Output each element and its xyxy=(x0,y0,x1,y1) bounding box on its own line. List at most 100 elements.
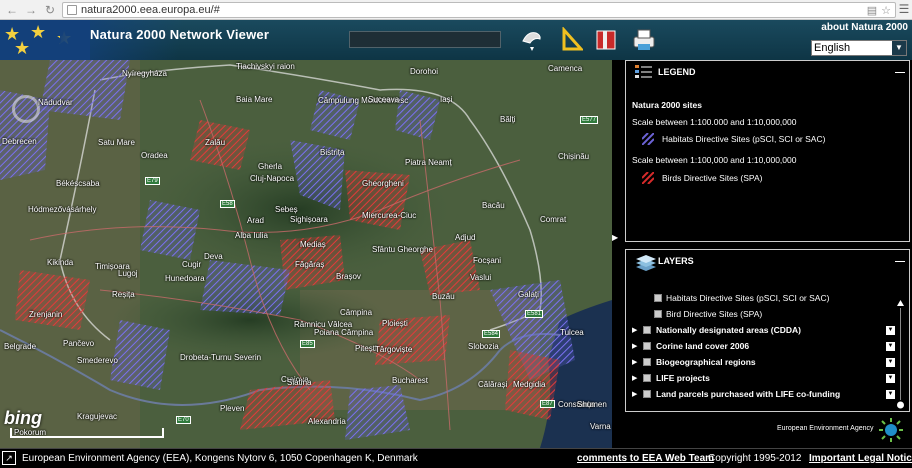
comments-link[interactable]: comments to EEA Web Team xyxy=(577,453,714,464)
legend-scale-2: Scale between 1:100,000 and 1:10,000,000 xyxy=(632,155,797,165)
expand-icon[interactable]: ▶ xyxy=(632,390,637,398)
city-label: Baia Mare xyxy=(236,95,273,104)
legend-section: Natura 2000 sites xyxy=(632,100,702,110)
bookmark-icon[interactable] xyxy=(594,27,620,53)
biogeo-checkbox[interactable] xyxy=(643,358,651,366)
print-icon[interactable] xyxy=(630,27,658,53)
city-label: Deva xyxy=(204,252,223,261)
road-label: E79 xyxy=(145,177,160,185)
browser-toolbar: ← → ↻ natura2000.eea.europa.eu/# ▤ ☆ ☰ xyxy=(0,0,912,20)
language-select[interactable]: English ▼ xyxy=(811,40,907,56)
layer-group-biogeo[interactable]: Biogeographical regions xyxy=(656,357,756,367)
city-label: Buzău xyxy=(432,292,455,301)
reload-icon[interactable]: ↻ xyxy=(43,3,57,17)
measure-icon[interactable] xyxy=(561,27,583,53)
map-tools-icon[interactable] xyxy=(520,27,544,53)
city-label: Bălți xyxy=(500,115,516,124)
layer-options-icon[interactable]: ▼ xyxy=(886,342,895,351)
bing-logo: bing xyxy=(4,408,42,428)
city-label: Smederevo xyxy=(77,356,118,365)
city-label: Shumen xyxy=(577,400,607,409)
minimize-layers-icon[interactable]: — xyxy=(895,256,905,267)
city-label: Zalău xyxy=(205,138,226,147)
city-label: Brașov xyxy=(336,272,361,281)
layer-options-icon[interactable]: ▼ xyxy=(886,326,895,335)
sublayer-birds[interactable]: Bird Directive Sites (SPA) xyxy=(666,309,762,319)
translate-icon[interactable]: ▤ xyxy=(867,4,877,17)
footer: ↗ European Environment Agency (EEA), Kon… xyxy=(0,448,912,468)
city-label: Cluj-Napoca xyxy=(250,174,295,183)
layer-options-icon[interactable]: ▼ xyxy=(886,390,895,399)
scale-bar xyxy=(10,428,164,438)
about-natura-link[interactable]: about Natura 2000 xyxy=(821,22,908,33)
layers-icon xyxy=(636,255,656,271)
habitats-swatch-icon xyxy=(642,133,654,145)
life-checkbox[interactable] xyxy=(643,374,651,382)
city-label: Satu Mare xyxy=(98,138,135,147)
layer-options-icon[interactable]: ▼ xyxy=(886,358,895,367)
chevron-down-icon[interactable]: ▼ xyxy=(892,41,906,55)
minimize-legend-icon[interactable]: — xyxy=(895,67,905,78)
layers-panel: LAYERS — Habitats Directive Sites (pSCI,… xyxy=(625,249,910,412)
layer-group-corine[interactable]: Corine land cover 2006 xyxy=(656,341,749,351)
city-label: Slobozia xyxy=(468,342,499,351)
address-bar[interactable]: natura2000.eea.europa.eu/# ▤ ☆ xyxy=(62,2,896,18)
city-label: Nyíregyháza xyxy=(122,69,167,78)
legend-icon xyxy=(635,65,652,78)
expand-icon[interactable]: ▶ xyxy=(632,374,637,382)
birds-checkbox[interactable] xyxy=(654,310,662,318)
city-label: Poiana Câmpina xyxy=(314,328,374,337)
map-navigation-control[interactable] xyxy=(12,95,40,123)
parcels-checkbox[interactable] xyxy=(643,390,651,398)
corine-checkbox[interactable] xyxy=(643,342,651,350)
map-canvas[interactable] xyxy=(0,60,612,448)
search-input[interactable] xyxy=(349,31,501,48)
sublayer-habitats[interactable]: Habitats Directive Sites (pSCI, SCI or S… xyxy=(666,293,829,303)
layer-group-cdda[interactable]: Nationally designated areas (CDDA) xyxy=(656,325,801,335)
city-label: Focșani xyxy=(473,256,502,265)
city-label: Cugir xyxy=(182,260,202,269)
legal-notice-link[interactable]: Important Legal Notice xyxy=(809,453,912,464)
city-label: Pleven xyxy=(220,404,245,413)
city-label: Alba Iulia xyxy=(235,231,268,240)
legend-item-birds: Birds Directive Sites (SPA) xyxy=(662,173,763,183)
expand-icon[interactable]: ▶ xyxy=(632,358,637,366)
collapse-panel-icon[interactable]: ▶ xyxy=(612,233,622,245)
road-label: E70 xyxy=(176,416,191,424)
expand-icon[interactable]: ▶ xyxy=(632,342,637,350)
legend-panel: LEGEND — Natura 2000 sites Scale between… xyxy=(625,60,910,242)
city-label: Bacău xyxy=(482,201,505,210)
city-label: Hunedoara xyxy=(165,274,205,283)
city-label: Reșița xyxy=(112,290,135,299)
legend-title: LEGEND xyxy=(658,67,696,77)
layer-options-icon[interactable]: ▼ xyxy=(886,374,895,383)
city-label: Sebeș xyxy=(275,205,298,214)
forward-arrow-icon[interactable]: → xyxy=(24,3,38,17)
legend-item-habitats: Habitats Directive Sites (pSCI, SCI or S… xyxy=(662,134,826,144)
city-label: Bucharest xyxy=(392,376,429,385)
city-label: Dorohoi xyxy=(410,67,439,76)
expand-icon[interactable]: ▶ xyxy=(632,326,637,334)
layers-title: LAYERS xyxy=(658,256,694,266)
page-icon xyxy=(67,5,77,15)
city-label: Kikinda xyxy=(47,258,74,267)
city-label: Alexandria xyxy=(308,417,346,426)
back-arrow-icon[interactable]: ← xyxy=(5,3,19,17)
city-label: Kragujevac xyxy=(77,412,118,421)
eea-logo xyxy=(879,418,903,442)
cdda-checkbox[interactable] xyxy=(643,326,651,334)
habitats-checkbox[interactable] xyxy=(654,294,662,302)
layer-group-life[interactable]: LIFE projects xyxy=(656,373,710,383)
city-label: Bistrița xyxy=(320,148,345,157)
city-label: Mediaș xyxy=(300,240,326,249)
layers-scrollbar[interactable] xyxy=(897,300,904,410)
map-view[interactable]: Tiachivskyi raion Dorohoi Camenca Nyíregyhá… xyxy=(0,60,612,448)
city-label: Camenca xyxy=(548,64,583,73)
copyright-text: Copyright 1995-2012 xyxy=(708,453,802,464)
menu-icon[interactable]: ☰ xyxy=(898,3,910,15)
road-label: E577 xyxy=(580,116,599,124)
expand-arrow-icon[interactable]: ↗ xyxy=(2,451,16,465)
city-label: Târgoviște xyxy=(375,345,413,354)
layer-group-parcels[interactable]: Land parcels purchased with LIFE co-fund… xyxy=(656,389,840,399)
bookmark-star-icon[interactable]: ☆ xyxy=(881,4,891,17)
